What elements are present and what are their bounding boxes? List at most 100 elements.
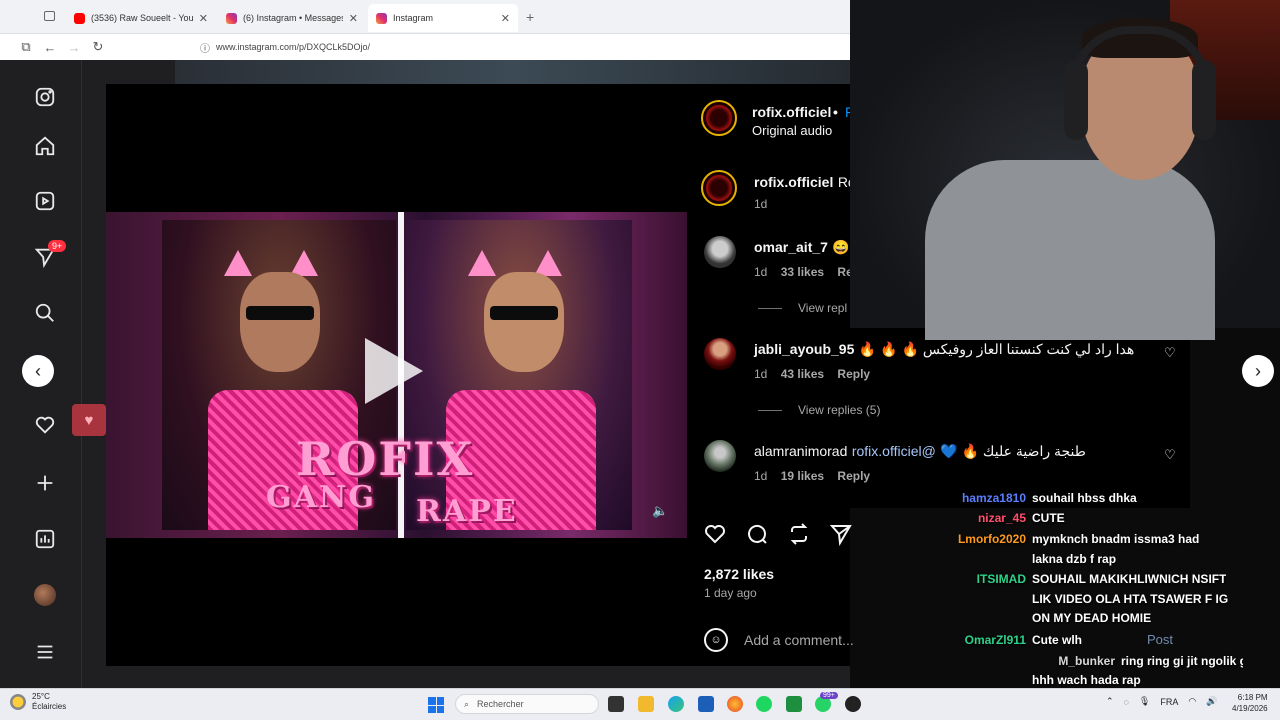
comment-username[interactable]: jabli_ayoub_95 [754, 341, 854, 357]
comment-avatar[interactable] [704, 236, 736, 268]
search-icon[interactable] [32, 300, 58, 326]
chat-message-text: souhail hbss dhka [1032, 491, 1137, 505]
close-tab-icon[interactable]: ✕ [349, 12, 358, 25]
emoji-icon[interactable]: ☺ [704, 628, 728, 652]
tab-actions-icon[interactable] [44, 11, 55, 21]
like-count[interactable]: 2,872 likes [704, 566, 774, 582]
close-tab-icon[interactable]: ✕ [199, 12, 208, 25]
forward-icon[interactable]: → [62, 40, 86, 55]
comment-likes[interactable]: 19 likes [781, 469, 824, 483]
caption: rofix.officiel Rof [754, 174, 850, 192]
comment-avatar[interactable] [704, 338, 736, 370]
network-icon[interactable]: ◌ [1124, 697, 1129, 707]
notifications-heart-icon[interactable] [32, 412, 58, 438]
home-icon[interactable] [32, 133, 58, 159]
new-tab-button[interactable]: + [526, 9, 534, 25]
language-indicator[interactable]: FRA [1160, 697, 1178, 707]
previous-post-button[interactable]: ‹ [22, 355, 54, 387]
instagram-logo-icon[interactable] [32, 84, 58, 110]
audio-label[interactable]: Original audio [752, 123, 832, 138]
reply-button[interactable]: Rep [837, 265, 850, 279]
tab-instagram[interactable]: Instagram ✕ [368, 4, 518, 32]
chevron-up-icon[interactable]: ⌃ [1106, 696, 1114, 707]
sunglasses [246, 306, 314, 320]
author-username[interactable]: rofix.officiel [752, 104, 831, 120]
comment-time: 1d [754, 265, 768, 279]
sunglasses [490, 306, 558, 320]
floating-heart-icon: ♥ [72, 404, 106, 436]
taskbar-search[interactable]: ⌕ Rechercher [455, 694, 599, 714]
comment-text: 💙 🔥 طنجة راضية عليك [940, 443, 1086, 459]
like-heart-icon[interactable] [703, 522, 727, 546]
instagram-icon [376, 12, 387, 24]
app-icon[interactable] [786, 696, 802, 712]
view-replies-button[interactable]: View repl [758, 301, 850, 315]
volume-icon[interactable]: 🔊 [1206, 696, 1217, 707]
caption-avatar[interactable] [701, 170, 737, 206]
caption-username[interactable]: rofix.officiel [754, 174, 833, 190]
temperature: 25°C [32, 692, 50, 701]
wifi-icon[interactable]: ◠ [1188, 696, 1196, 707]
weather-widget[interactable]: 25°C Éclaircies [10, 692, 66, 712]
close-tab-icon[interactable]: ✕ [501, 12, 510, 25]
background-strip [175, 60, 850, 84]
start-menu-icon[interactable] [428, 697, 444, 713]
tab-youtube[interactable]: (3536) Raw Soueelt - YouTube ✕ [66, 4, 216, 32]
back-icon[interactable]: ← [38, 40, 62, 55]
chat-username: Lmorfo2020 [957, 532, 1026, 546]
media-player-icon[interactable] [845, 696, 861, 712]
address-bar-row: ⧉ ← → ↻ ⓘ www.instagram.com/p/DXQCLk5DOj… [0, 34, 850, 60]
comment-bubble-icon[interactable] [745, 522, 769, 546]
cat-ear-left [468, 250, 496, 276]
reply-button[interactable]: Reply [837, 367, 870, 381]
comment-likes[interactable]: 43 likes [781, 367, 824, 381]
clock[interactable]: 6:18 PM 4/19/2026 [1232, 692, 1268, 714]
dashboard-icon[interactable] [32, 526, 58, 552]
spotify-icon[interactable] [756, 696, 772, 712]
firefox-icon[interactable] [727, 696, 743, 712]
weather-condition: Éclaircies [32, 702, 67, 711]
tab-instagram-messages[interactable]: (6) Instagram • Messages ✕ [218, 4, 366, 32]
play-icon[interactable] [365, 338, 423, 404]
like-comment-icon[interactable]: ♡ [1164, 447, 1176, 463]
chat-message-text: ring ring gi jit ngolik g [1121, 654, 1243, 668]
comment-likes[interactable]: 33 likes [781, 265, 824, 279]
tab-title: (6) Instagram • Messages [243, 13, 343, 23]
headphone-right [1192, 60, 1216, 140]
chat-username: nizar_45 [977, 511, 1026, 525]
author-avatar[interactable] [701, 100, 737, 136]
repost-icon[interactable] [787, 522, 811, 546]
sidebar-toggle-icon[interactable]: ⧉ [14, 39, 38, 55]
taskbar-badge: 99+ [820, 692, 838, 699]
tab-title: (3536) Raw Soueelt - YouTube [91, 13, 193, 23]
chat-message-text: lakna dzb f rap [1032, 552, 1117, 566]
file-explorer-icon[interactable] [638, 696, 654, 712]
post-time: 1 day ago [704, 586, 757, 600]
chat-message-text: Cute wlh [1032, 633, 1082, 647]
view-replies-button[interactable]: View replies (5) [758, 403, 880, 417]
add-comment-input[interactable]: Add a comment... [744, 632, 854, 648]
site-info-icon[interactable]: ⓘ [200, 40, 210, 55]
tab-title: Instagram [393, 13, 434, 23]
create-icon[interactable] [32, 470, 58, 496]
edge-icon[interactable] [668, 696, 684, 712]
volume-icon[interactable]: 🔈 [652, 503, 668, 519]
comment-username[interactable]: omar_ait_7 [754, 239, 828, 255]
like-comment-icon[interactable]: ♡ [1164, 345, 1176, 361]
reply-button[interactable]: Reply [837, 469, 870, 483]
next-post-button[interactable]: › [1242, 355, 1274, 387]
weather-icon [10, 694, 26, 710]
more-menu-icon[interactable] [32, 639, 58, 665]
clock-date: 4/19/2026 [1232, 704, 1268, 713]
reels-icon[interactable] [32, 188, 58, 214]
reload-icon[interactable]: ↻ [86, 39, 110, 55]
comment-avatar[interactable] [704, 440, 736, 472]
profile-avatar[interactable] [34, 584, 56, 606]
store-icon[interactable] [698, 696, 714, 712]
task-view-icon[interactable] [608, 696, 624, 712]
comment-mention[interactable]: rofix.officiel@ [852, 443, 936, 459]
microphone-icon[interactable]: 🎙 [1139, 696, 1150, 707]
post-comment-button[interactable]: Post [1147, 632, 1173, 647]
url-field[interactable]: ⓘ www.instagram.com/p/DXQCLk5DOjo/ [200, 40, 370, 55]
comment-username[interactable]: alamranimorad [754, 443, 847, 459]
